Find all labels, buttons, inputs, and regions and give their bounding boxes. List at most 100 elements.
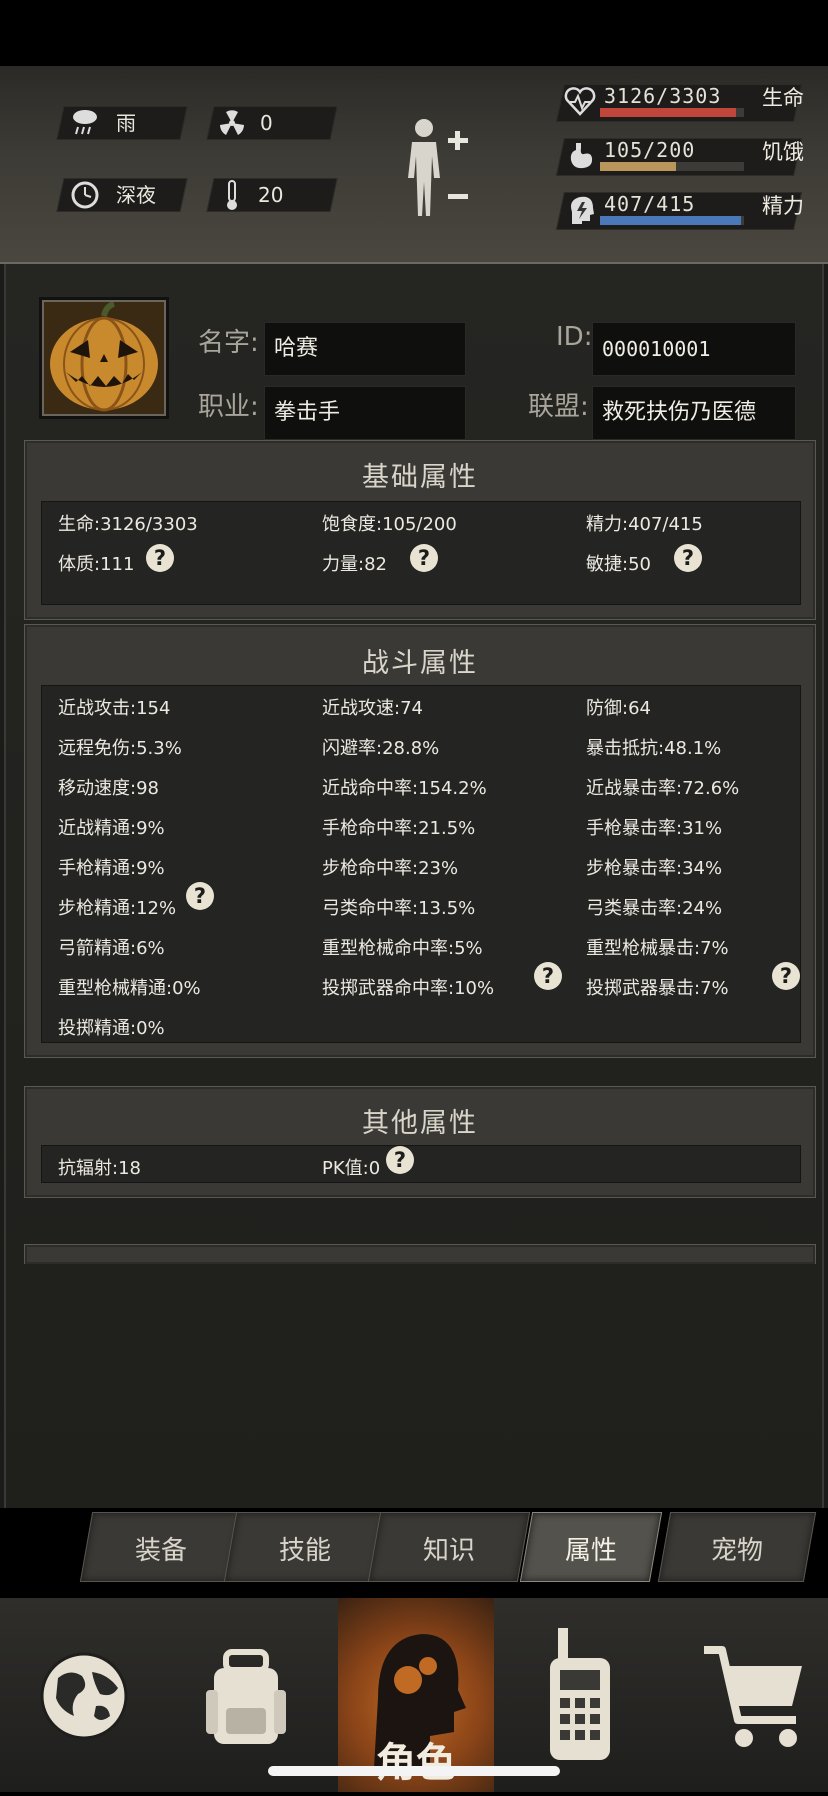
combat-attr: 投掷武器暴击:7% (586, 978, 729, 999)
combat-attr: 步枪精通:12% (58, 898, 177, 919)
pumpkin-icon (44, 301, 164, 414)
tab-pets-label: 宠物 (710, 1536, 763, 1566)
home-indicator[interactable] (268, 1766, 560, 1776)
combat-attr: 投掷武器命中率:10% (322, 978, 495, 999)
combat-attr: 重型枪械暴击:7% (586, 938, 729, 959)
nav-world[interactable] (0, 1598, 170, 1792)
basic-section-title: 基础属性 (362, 462, 478, 493)
combat-attr: 手枪命中率:21.5% (322, 818, 476, 839)
agility-help-icon[interactable]: ? (674, 544, 702, 572)
combat-attr: 近战暴击率:72.6% (586, 778, 740, 799)
tab-skills-label: 技能 (278, 1536, 331, 1566)
hunger-label: 饥饿 (762, 140, 804, 164)
backpack-icon (206, 1649, 286, 1744)
basic-attributes-section: 基础属性 生命:3126/3303 饱食度:105/200 精力:407/415… (24, 440, 816, 620)
nav-radio[interactable] (494, 1598, 664, 1792)
throw-crit-help-icon[interactable]: ? (772, 962, 800, 990)
time-label: 深夜 (116, 183, 156, 207)
nav-character[interactable]: 角色 (338, 1598, 494, 1792)
nav-character-label: 角色 (376, 1740, 456, 1786)
strength-help-icon[interactable]: ? (410, 544, 438, 572)
rifle-mastery-help-icon[interactable]: ? (186, 882, 214, 910)
radiation-value: 0 (260, 111, 273, 135)
attr-pk-value: PK值:0 (322, 1158, 381, 1179)
character-panel: 名字: 哈赛 ID: 000010001 职业: 拳击手 联盟: 救死扶伤乃医德… (0, 264, 828, 1508)
nav-inventory[interactable] (170, 1598, 338, 1792)
attr-agility: 敏捷:50 (586, 554, 651, 575)
body-figure-icon[interactable] (400, 116, 480, 228)
cart-icon (704, 1646, 802, 1747)
combat-attr: 步枪暴击率:34% (586, 858, 723, 879)
combat-attr: 闪避率:28.8% (322, 738, 440, 759)
combat-attr: 手枪暴击率:31% (586, 818, 723, 839)
combat-attr: 投掷精通:0% (58, 1018, 165, 1039)
health-label: 生命 (762, 86, 804, 110)
combat-attr: 近战精通:9% (58, 818, 165, 839)
status-panel: 雨 0 深夜 20 3126/3303 生命 105/200 饥饿 407/41… (0, 66, 828, 264)
temperature-value: 20 (258, 183, 284, 207)
id-label: ID: (556, 322, 593, 352)
weather-label: 雨 (116, 111, 136, 135)
combat-attr: 暴击抵抗:48.1% (586, 738, 722, 759)
combat-attr: 近战攻击:154 (58, 698, 171, 719)
stomach-icon (570, 143, 593, 169)
other-attributes-section: 其他属性 抗辐射:18 PK值:0 ? (24, 1086, 816, 1198)
name-value: 哈赛 (274, 336, 319, 361)
radiation-icon (220, 110, 244, 135)
combat-attr: 弓箭精通:6% (58, 938, 165, 959)
combat-attr: 远程免伤:5.3% (58, 738, 182, 759)
combat-section-title: 战斗属性 (362, 648, 478, 679)
pk-help-icon[interactable]: ? (386, 1146, 414, 1174)
attr-energy: 精力:407/415 (586, 514, 703, 535)
next-section-edge (24, 1244, 816, 1264)
tab-knowledge-label: 知识 (422, 1536, 475, 1566)
heart-icon (564, 87, 596, 116)
hunger-bar (600, 162, 744, 171)
job-label: 职业: (198, 392, 259, 422)
combat-attr: 近战命中率:154.2% (322, 778, 487, 799)
radio-icon (550, 1628, 610, 1760)
attr-radiation-resist: 抗辐射:18 (58, 1158, 141, 1179)
energy-label: 精力 (762, 194, 804, 218)
combat-attr: 重型枪械精通:0% (58, 978, 201, 999)
combat-attributes-section: 战斗属性 投掷精通:0% 投掷武器暴击:7% 投掷武器命中率:10% 重型枪械精通:0… (24, 624, 816, 1058)
nav-shop[interactable] (664, 1598, 828, 1792)
avatar[interactable] (42, 300, 166, 416)
energy-head-icon (571, 196, 594, 224)
id-value: 000010001 (602, 337, 711, 361)
attr-satiety: 饱食度:105/200 (322, 514, 457, 535)
attr-strength: 力量:82 (322, 554, 387, 575)
attr-constitution: 体质:111 (58, 554, 135, 575)
status-bar-area (0, 0, 828, 66)
tab-equipment-label: 装备 (134, 1536, 187, 1566)
combat-attr: 防御:64 (586, 698, 651, 719)
hunger-value: 105/200 (604, 138, 696, 162)
basic-attributes-grid: 生命:3126/3303 饱食度:105/200 精力:407/415 体质:1… (41, 501, 801, 605)
energy-value: 407/415 (604, 192, 696, 216)
clock-icon (71, 181, 99, 209)
combat-attr: 弓类暴击率:24% (586, 898, 723, 919)
thermometer-icon (227, 180, 237, 210)
energy-bar (600, 216, 744, 225)
alliance-value: 救死扶伤乃医德 (602, 400, 757, 425)
combat-attr: 步枪命中率:23% (322, 858, 459, 879)
constitution-help-icon[interactable]: ? (146, 544, 174, 572)
combat-attr: 近战攻速:74 (322, 698, 423, 719)
other-attributes-grid: 抗辐射:18 PK值:0 ? (41, 1145, 801, 1183)
health-bar (600, 108, 744, 117)
tab-attributes-label: 属性 (564, 1536, 617, 1566)
character-panel-inner: 名字: 哈赛 ID: 000010001 职业: 拳击手 联盟: 救死扶伤乃医德… (4, 264, 824, 1508)
attr-health: 生命:3126/3303 (58, 514, 198, 535)
combat-attributes-grid: 投掷精通:0% 投掷武器暴击:7% 投掷武器命中率:10% 重型枪械精通:0% 重型枪械… (41, 685, 801, 1043)
name-label: 名字: (198, 328, 259, 358)
rain-icon (73, 110, 97, 135)
health-value: 3126/3303 (604, 84, 722, 108)
combat-attr: 重型枪械命中率:5% (322, 938, 483, 959)
job-value: 拳击手 (274, 400, 341, 425)
globe-icon (40, 1652, 128, 1740)
alliance-label: 联盟: (528, 392, 589, 422)
combat-attr: 弓类命中率:13.5% (322, 898, 476, 919)
combat-attr: 手枪精通:9% (58, 858, 165, 879)
throw-hit-help-icon[interactable]: ? (534, 962, 562, 990)
combat-attr: 移动速度:98 (58, 778, 159, 799)
